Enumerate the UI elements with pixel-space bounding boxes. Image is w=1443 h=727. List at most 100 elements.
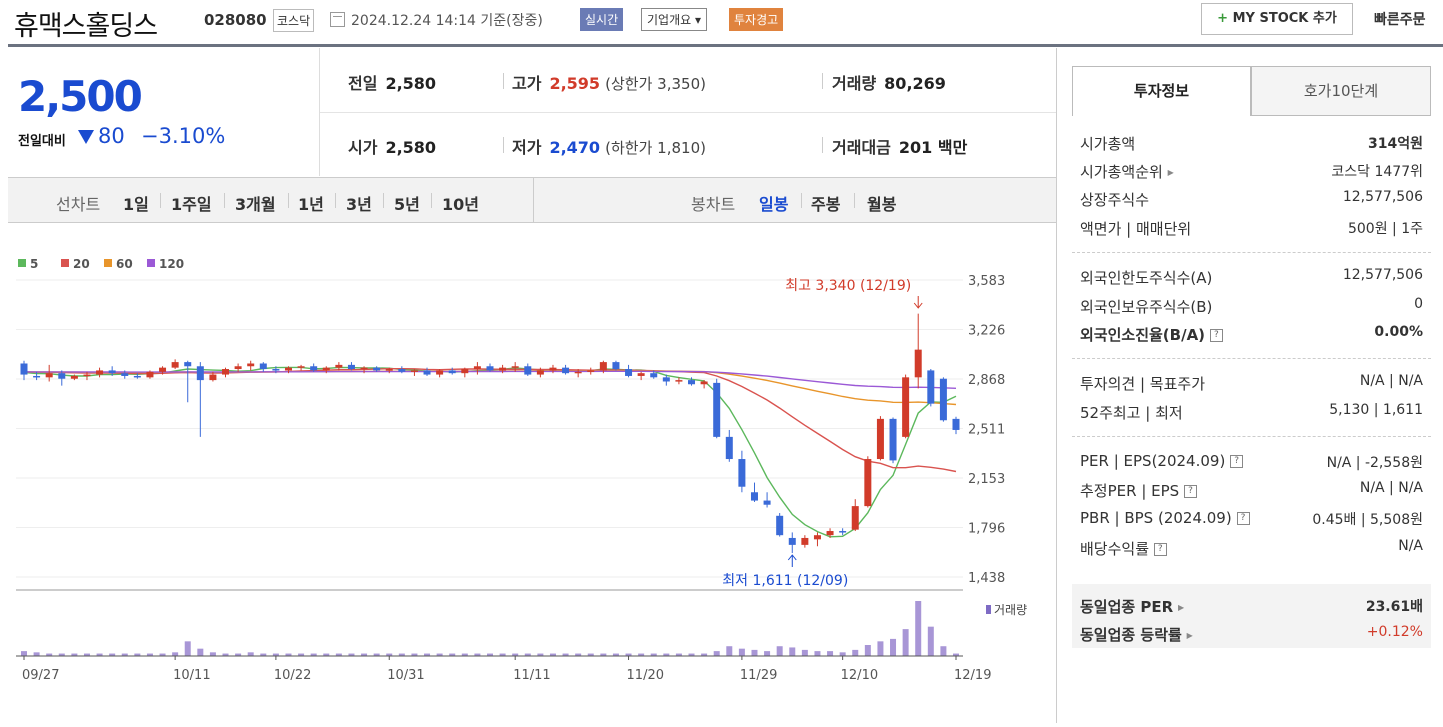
candle-weekly[interactable]: 주봉 [811, 191, 840, 215]
candle-body [876, 418, 884, 460]
investment-warning-badge[interactable]: 투자경고 [729, 8, 784, 31]
y-tick-label: 1,796 [968, 522, 1005, 537]
volume-legend-swatch [986, 605, 991, 614]
price-chart-svg: 5 20 60 120 3,583 3,226 2,868 2,511 2,153 1,796 1,… [16, 257, 1027, 683]
candle-body [839, 531, 847, 533]
stat-volume-value: 80,269 [884, 74, 946, 93]
candle-body [70, 375, 78, 379]
x-tick-label: 09/27 [22, 668, 59, 683]
help-icon[interactable]: ? [1209, 329, 1223, 342]
add-my-stock-button[interactable]: + MY STOCK 추가 [1201, 3, 1353, 35]
candle-body [574, 371, 582, 374]
help-icon[interactable]: ? [1153, 543, 1167, 556]
volume-bar [21, 651, 27, 656]
volume-bar [814, 651, 821, 656]
info-label: PER | EPS(2024.09) [1080, 452, 1226, 470]
info-row-foreign-limit: 외국인한도주식수(A) 12,577,506 [1080, 267, 1423, 288]
info-row-industry-change[interactable]: 동일업종 등락률 ▶ +0.12% [1080, 624, 1423, 645]
period-1y[interactable]: 1년 [298, 191, 324, 215]
divider [1072, 436, 1431, 437]
candle-body [33, 375, 41, 378]
divider [431, 193, 432, 208]
candle-body [360, 367, 368, 370]
x-tick-label: 11/20 [627, 668, 664, 683]
realtime-button[interactable]: 실시간 [580, 8, 624, 31]
candle-body [209, 374, 217, 381]
divider [801, 193, 802, 208]
candle-body [587, 370, 595, 372]
candle-body [889, 418, 897, 461]
x-tick-label: 10/31 [387, 668, 424, 683]
volume-bar [927, 626, 934, 656]
candle-body [813, 535, 821, 540]
divider [503, 137, 504, 153]
datetime-text: 2024.12.24 14:14 기준(장중) [351, 13, 543, 29]
candle-body [713, 382, 721, 437]
info-row-pbr: PBR | BPS (2024.09) ? 0.45배 | 5,508원 [1080, 509, 1423, 528]
period-1w[interactable]: 1주일 [171, 191, 212, 215]
period-3m[interactable]: 3개월 [235, 191, 276, 215]
company-name: 휴맥스홀딩스 [14, 11, 158, 42]
info-value: 코스닥 1477위 [1331, 164, 1423, 180]
info-label: 외국인보유주식수(B) [1080, 298, 1213, 316]
period-3y[interactable]: 3년 [346, 191, 372, 215]
volume-bar [940, 646, 947, 656]
period-5y[interactable]: 5년 [394, 191, 420, 215]
candle-daily[interactable]: 일봉 [759, 191, 788, 215]
candle-body [473, 366, 481, 370]
legend-label: 20 [73, 257, 90, 271]
candle-body [121, 373, 129, 376]
help-icon[interactable]: ? [1230, 455, 1244, 468]
current-price-box: 2,500 전일대비 80 −3.10% [8, 48, 319, 176]
candle-monthly[interactable]: 월봉 [867, 191, 896, 215]
info-label: PBR | BPS (2024.09) [1080, 509, 1232, 527]
info-value: N/A | N/A [1359, 480, 1423, 496]
volume-bar [789, 647, 796, 656]
y-tick-label: 2,868 [968, 373, 1005, 388]
candle-body [536, 370, 544, 375]
divider [533, 178, 534, 222]
candle-body [511, 366, 519, 368]
info-row-market-cap-rank[interactable]: 시가총액순위 ▶ 코스닥 1477위 [1080, 161, 1423, 182]
x-tick-label: 10/22 [274, 668, 311, 683]
company-info-dropdown[interactable]: 기업개요 ▾ [641, 8, 707, 31]
info-value: 12,577,506 [1342, 267, 1423, 283]
candle-body [58, 373, 66, 379]
legend-label: 5 [30, 257, 38, 271]
info-row-industry-per[interactable]: 동일업종 PER ▶ 23.61배 [1080, 596, 1423, 617]
period-1d[interactable]: 1일 [123, 191, 149, 215]
volume-bar [839, 652, 846, 656]
divider [503, 73, 504, 89]
upper-limit: (상한가 3,350) [605, 75, 706, 93]
price-chart: 5 20 60 120 3,583 3,226 2,868 2,511 2,153 1,796 1,… [8, 224, 1056, 723]
x-tick-label: 12/10 [841, 668, 878, 683]
info-row-par-value: 액면가 | 매매단위 500원 | 1주 [1080, 218, 1423, 239]
candle-body [196, 366, 204, 381]
tab-orderbook[interactable]: 호가10단계 [1251, 66, 1431, 116]
legend-swatch [18, 259, 26, 267]
diff-label: 전일대비 [18, 134, 66, 149]
candle-body [20, 363, 28, 375]
candle-body [952, 418, 960, 430]
info-value: 314억원 [1368, 136, 1423, 152]
help-icon[interactable]: ? [1236, 512, 1250, 525]
candle-body [562, 367, 570, 374]
stat-low: 저가 2,470 (하한가 1,810) [512, 134, 706, 158]
period-10y[interactable]: 10년 [442, 191, 479, 215]
quick-order-link[interactable]: 빠른주문 [1374, 9, 1426, 29]
help-icon[interactable]: ? [1183, 485, 1197, 498]
info-label: 액면가 | 매매단위 [1080, 220, 1192, 238]
header-divider [8, 44, 1443, 47]
tab-investment-info[interactable]: 투자정보 [1072, 66, 1251, 116]
legend-swatch [61, 259, 69, 267]
info-label: 투자의견 | 목표주가 [1080, 375, 1205, 393]
candle-body [625, 369, 633, 376]
divider [160, 193, 161, 208]
diff-percent: −3.10% [141, 124, 226, 148]
candle-body [650, 373, 658, 378]
candle-body [448, 370, 456, 374]
diff-value: 80 [98, 124, 125, 148]
calendar-icon [330, 12, 345, 27]
volume-bar [902, 629, 909, 656]
volume-bar [877, 641, 884, 656]
